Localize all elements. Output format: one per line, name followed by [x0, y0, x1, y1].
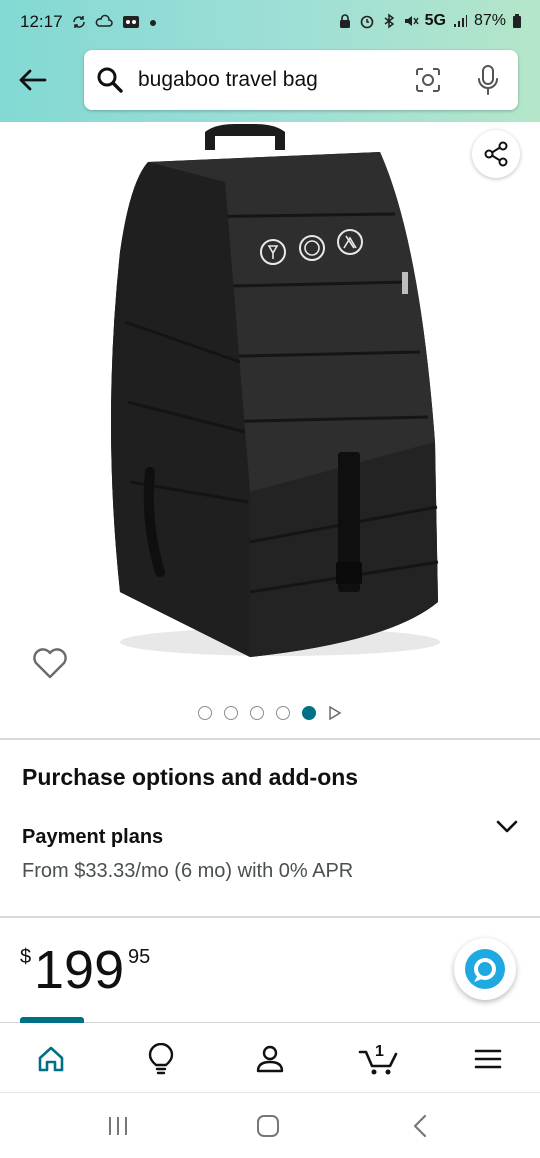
bottom-nav: 1 — [0, 1017, 540, 1092]
price-whole: 199 — [34, 940, 125, 1000]
payment-plans-title: Payment plans — [22, 826, 164, 848]
lightbulb-icon — [148, 1043, 174, 1075]
search-bar[interactable] — [84, 50, 518, 110]
bluetooth-icon — [384, 13, 394, 29]
mute-icon — [404, 16, 419, 26]
heart-icon[interactable] — [32, 646, 68, 680]
battery-icon — [513, 14, 521, 28]
back-system-button[interactable] — [400, 1111, 440, 1141]
nav-cart[interactable]: 1 — [352, 1039, 406, 1079]
recent-apps-icon — [109, 1117, 127, 1135]
alexa-button[interactable] — [454, 938, 516, 1000]
active-tab-indicator — [20, 1017, 84, 1023]
home-system-button[interactable] — [248, 1111, 288, 1141]
pager-dot-active[interactable] — [302, 706, 316, 720]
back-arrow-icon — [19, 69, 47, 91]
payment-plans-detail: From $33.33/mo (6 mo) with 0% APR — [22, 860, 354, 882]
pager-dot[interactable] — [250, 706, 264, 720]
share-button[interactable] — [472, 130, 520, 178]
status-bar: 12:17 5G 87% — [0, 0, 540, 46]
voicemail-icon — [122, 16, 139, 28]
chevron-down-icon[interactable] — [494, 814, 520, 838]
status-time: 12:17 — [20, 12, 63, 31]
battery-percent: 87% — [473, 12, 506, 29]
purchase-options-title: Purchase options and add-ons — [22, 764, 359, 790]
back-chevron-icon — [413, 1114, 427, 1138]
system-nav-bar — [0, 1092, 540, 1158]
signal-icon — [453, 15, 467, 27]
search-icon — [97, 67, 123, 93]
price-fraction: 95 — [128, 946, 151, 968]
hamburger-menu-icon — [474, 1049, 502, 1069]
price-currency: $ — [20, 946, 32, 968]
share-icon — [484, 141, 508, 167]
network-label: 5G — [424, 12, 446, 29]
sync-icon — [72, 16, 85, 28]
search-input[interactable] — [138, 64, 398, 96]
image-pager[interactable] — [0, 706, 540, 720]
alexa-icon — [465, 949, 505, 989]
pager-dot[interactable] — [276, 706, 290, 720]
person-icon — [256, 1045, 284, 1073]
home-icon — [38, 1046, 64, 1072]
divider — [0, 916, 540, 918]
pager-dot[interactable] — [224, 706, 238, 720]
pager-dot[interactable] — [198, 706, 212, 720]
divider — [0, 738, 540, 740]
nav-menu[interactable] — [461, 1039, 515, 1079]
notification-dot-icon — [149, 20, 156, 26]
cloud-icon — [95, 14, 113, 27]
nav-account[interactable] — [243, 1039, 297, 1079]
back-button[interactable] — [12, 58, 52, 102]
alarm-icon — [360, 15, 373, 29]
microphone-icon[interactable] — [476, 64, 500, 96]
home-square-icon — [257, 1115, 279, 1137]
recent-apps-button[interactable] — [98, 1111, 138, 1141]
product-gallery[interactable] — [0, 122, 540, 738]
cart-count: 1 — [375, 1043, 384, 1060]
lock-icon — [339, 14, 350, 28]
camera-search-icon[interactable] — [414, 66, 442, 94]
product-image[interactable] — [90, 122, 450, 682]
nav-inspire[interactable] — [134, 1039, 188, 1079]
play-next-icon[interactable] — [328, 706, 342, 720]
nav-home[interactable] — [24, 1039, 78, 1079]
